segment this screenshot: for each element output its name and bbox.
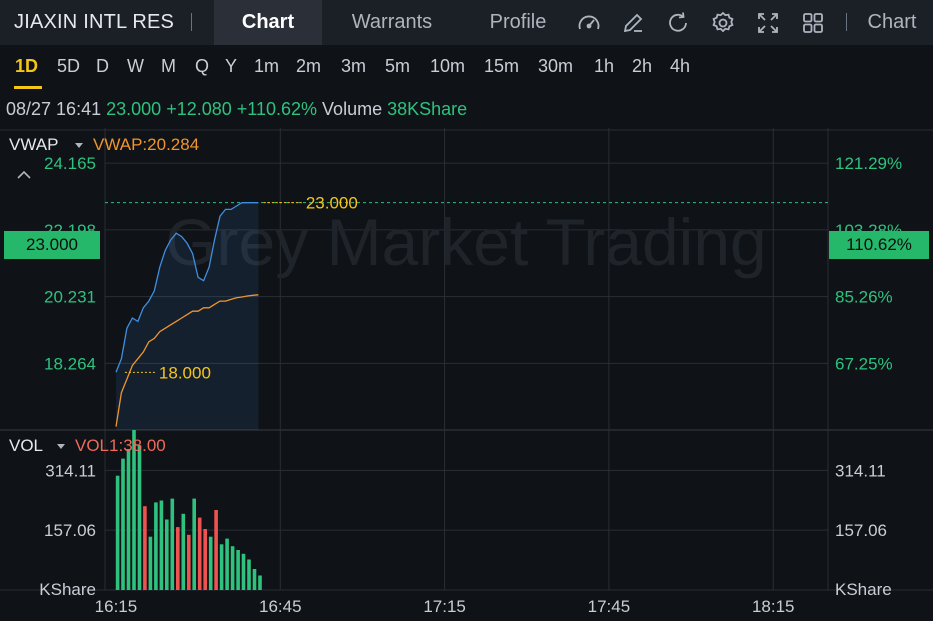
vwap-dropdown-icon[interactable] xyxy=(74,135,84,155)
vol-tick-label-right: 157.06 xyxy=(835,521,887,540)
volume-bar xyxy=(236,550,240,590)
volume-bar xyxy=(187,534,191,590)
volume-bar xyxy=(197,517,202,590)
volume-bar xyxy=(148,536,153,590)
collapse-chevron-icon[interactable] xyxy=(16,166,32,186)
vol-unit-label-left: KShare xyxy=(39,580,96,599)
volume-bar xyxy=(247,559,251,590)
x-tick-label: 18:15 xyxy=(752,597,795,616)
volume-bar xyxy=(181,513,186,590)
x-tick-label: 17:15 xyxy=(423,597,466,616)
y-tick-label-right: 67.25% xyxy=(835,354,893,373)
vol-unit-label-right: KShare xyxy=(835,580,892,599)
chart-canvas[interactable]: Grey Market Trading24.165121.29%22.19810… xyxy=(0,0,933,621)
volume-bar xyxy=(165,519,169,590)
vwap-indicator-name[interactable]: VWAP xyxy=(9,135,58,155)
high-annotation-label: 23.000 xyxy=(306,194,358,213)
vol-indicator-name[interactable]: VOL xyxy=(9,436,43,456)
volume-bar xyxy=(159,500,164,590)
x-tick-label: 16:45 xyxy=(259,597,302,616)
volume-bar xyxy=(121,458,125,590)
x-tick-label: 17:45 xyxy=(588,597,631,616)
volume-bar xyxy=(176,527,180,590)
vol-indicator-value: VOL1:38.00 xyxy=(75,436,166,455)
vol-dropdown-icon[interactable] xyxy=(56,436,66,456)
vol-tick-label-left: 157.06 xyxy=(44,521,96,540)
last-price-pct-pill: 110.62% xyxy=(829,231,929,259)
volume-bar xyxy=(230,546,235,590)
volume-bar xyxy=(252,569,257,590)
volume-bar xyxy=(241,553,246,590)
last-price-pill: 23.000 xyxy=(4,231,100,259)
volume-bar xyxy=(225,538,229,590)
y-tick-label-right: 85.26% xyxy=(835,288,893,307)
volume-bar xyxy=(214,510,218,590)
y-tick-label-right: 121.29% xyxy=(835,154,902,173)
y-tick-label-left: 20.231 xyxy=(44,288,96,307)
low-annotation-label: 18.000 xyxy=(159,363,211,382)
vol-tick-label-left: 314.11 xyxy=(45,461,96,480)
volume-bar xyxy=(208,536,213,590)
vol-tick-label-right: 314.11 xyxy=(835,461,886,480)
volume-bar xyxy=(170,498,175,590)
volume-bar xyxy=(115,475,120,590)
volume-bar xyxy=(143,506,147,590)
volume-bar xyxy=(192,498,196,590)
volume-bar xyxy=(154,502,158,590)
volume-bar xyxy=(137,445,142,590)
volume-bar xyxy=(126,449,131,590)
y-tick-label-left: 18.264 xyxy=(44,354,96,373)
x-tick-label: 16:15 xyxy=(95,597,138,616)
volume-bar xyxy=(219,544,224,590)
volume-bar xyxy=(203,529,207,590)
volume-bar xyxy=(258,575,262,590)
vwap-indicator-value: VWAP:20.284 xyxy=(93,135,200,154)
y-tick-label-left: 24.165 xyxy=(44,154,96,173)
